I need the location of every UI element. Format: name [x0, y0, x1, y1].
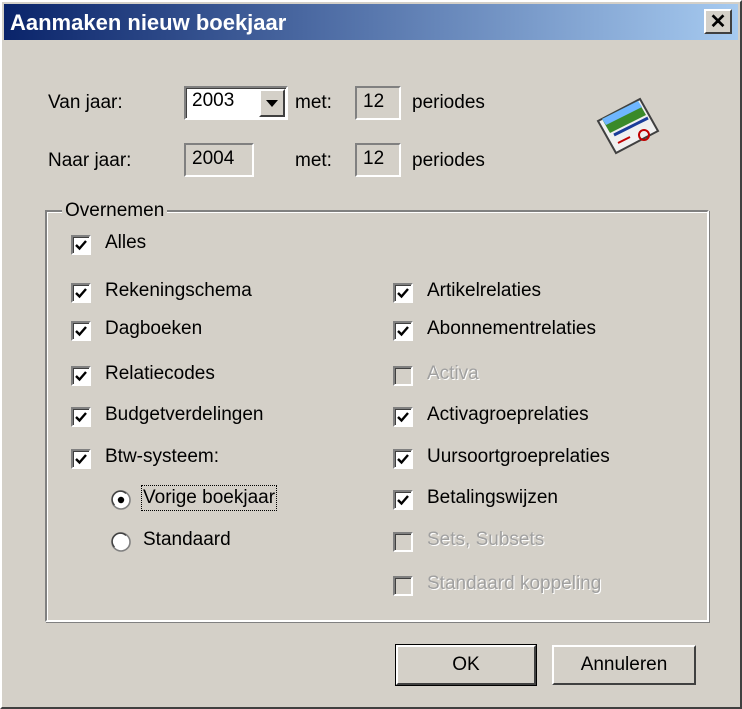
- ledger-book-icon: [596, 97, 660, 155]
- chevron-down-icon: [266, 99, 278, 107]
- checkbox-label: Alles: [105, 232, 147, 253]
- checkbox-box: [393, 366, 413, 386]
- checkbox-label: Rekeningschema: [105, 280, 252, 301]
- checkbox-box: [393, 576, 413, 596]
- from-periods-field: 12: [355, 86, 401, 120]
- to-year-label: Naar jaar:: [48, 150, 132, 171]
- from-year-value: 2003: [192, 90, 235, 111]
- checkbox-box[interactable]: [393, 449, 413, 469]
- checkbox-label: Activa: [427, 363, 479, 384]
- checkbox-label: Btw-systeem:: [105, 446, 220, 467]
- close-icon: ✕: [709, 10, 727, 33]
- checkbox-box[interactable]: [393, 407, 413, 427]
- radio-label: Vorige boekjaar: [140, 485, 278, 511]
- to-year-field: 2004: [184, 143, 254, 177]
- from-year-select[interactable]: 2003: [184, 86, 288, 120]
- checkbox-box[interactable]: [393, 490, 413, 510]
- from-periods-label: periodes: [412, 92, 485, 113]
- from-met-label: met:: [295, 92, 332, 113]
- checkbox-label: Betalingswijzen: [427, 487, 558, 508]
- to-met-label: met:: [295, 150, 332, 171]
- to-periods-field: 12: [355, 143, 401, 177]
- title-bar[interactable]: Aanmaken nieuw boekjaar ✕: [4, 4, 738, 40]
- window-title: Aanmaken nieuw boekjaar: [10, 10, 287, 35]
- checkbox-box[interactable]: [71, 321, 91, 341]
- from-year-label: Van jaar:: [48, 92, 123, 113]
- group-title: Overnemen: [62, 200, 168, 222]
- checkbox-box[interactable]: [71, 407, 91, 427]
- checkbox-box[interactable]: [71, 449, 91, 469]
- checkbox-label: Abonnementrelaties: [427, 318, 596, 339]
- checkbox-label: Artikelrelaties: [427, 280, 542, 301]
- radio-selected-icon[interactable]: [111, 490, 131, 510]
- checkbox-label: Relatiecodes: [105, 363, 215, 384]
- checkbox-label: Standaard koppeling: [427, 573, 602, 594]
- checkbox-box[interactable]: [393, 283, 413, 303]
- checkbox-label: Activagroeprelaties: [427, 404, 589, 425]
- checkbox-label: Budgetverdelingen: [105, 404, 264, 425]
- cancel-button[interactable]: Annuleren: [552, 645, 696, 685]
- checkbox-box[interactable]: [393, 321, 413, 341]
- dropdown-button[interactable]: [259, 89, 285, 117]
- close-button[interactable]: ✕: [704, 9, 732, 34]
- checkbox-label: Dagboeken: [105, 318, 203, 339]
- checkbox-box[interactable]: [71, 283, 91, 303]
- radio-label: Standaard: [143, 529, 231, 550]
- radio-unselected-icon[interactable]: [111, 532, 131, 552]
- checkbox-label: Sets, Subsets: [427, 529, 545, 550]
- checkbox-box[interactable]: [71, 235, 91, 255]
- to-periods-label: periodes: [412, 150, 485, 171]
- checkbox-label: Uursoortgroeprelaties: [427, 446, 610, 467]
- checkbox-box: [393, 532, 413, 552]
- ok-button[interactable]: OK: [395, 644, 537, 686]
- checkbox-box[interactable]: [71, 366, 91, 386]
